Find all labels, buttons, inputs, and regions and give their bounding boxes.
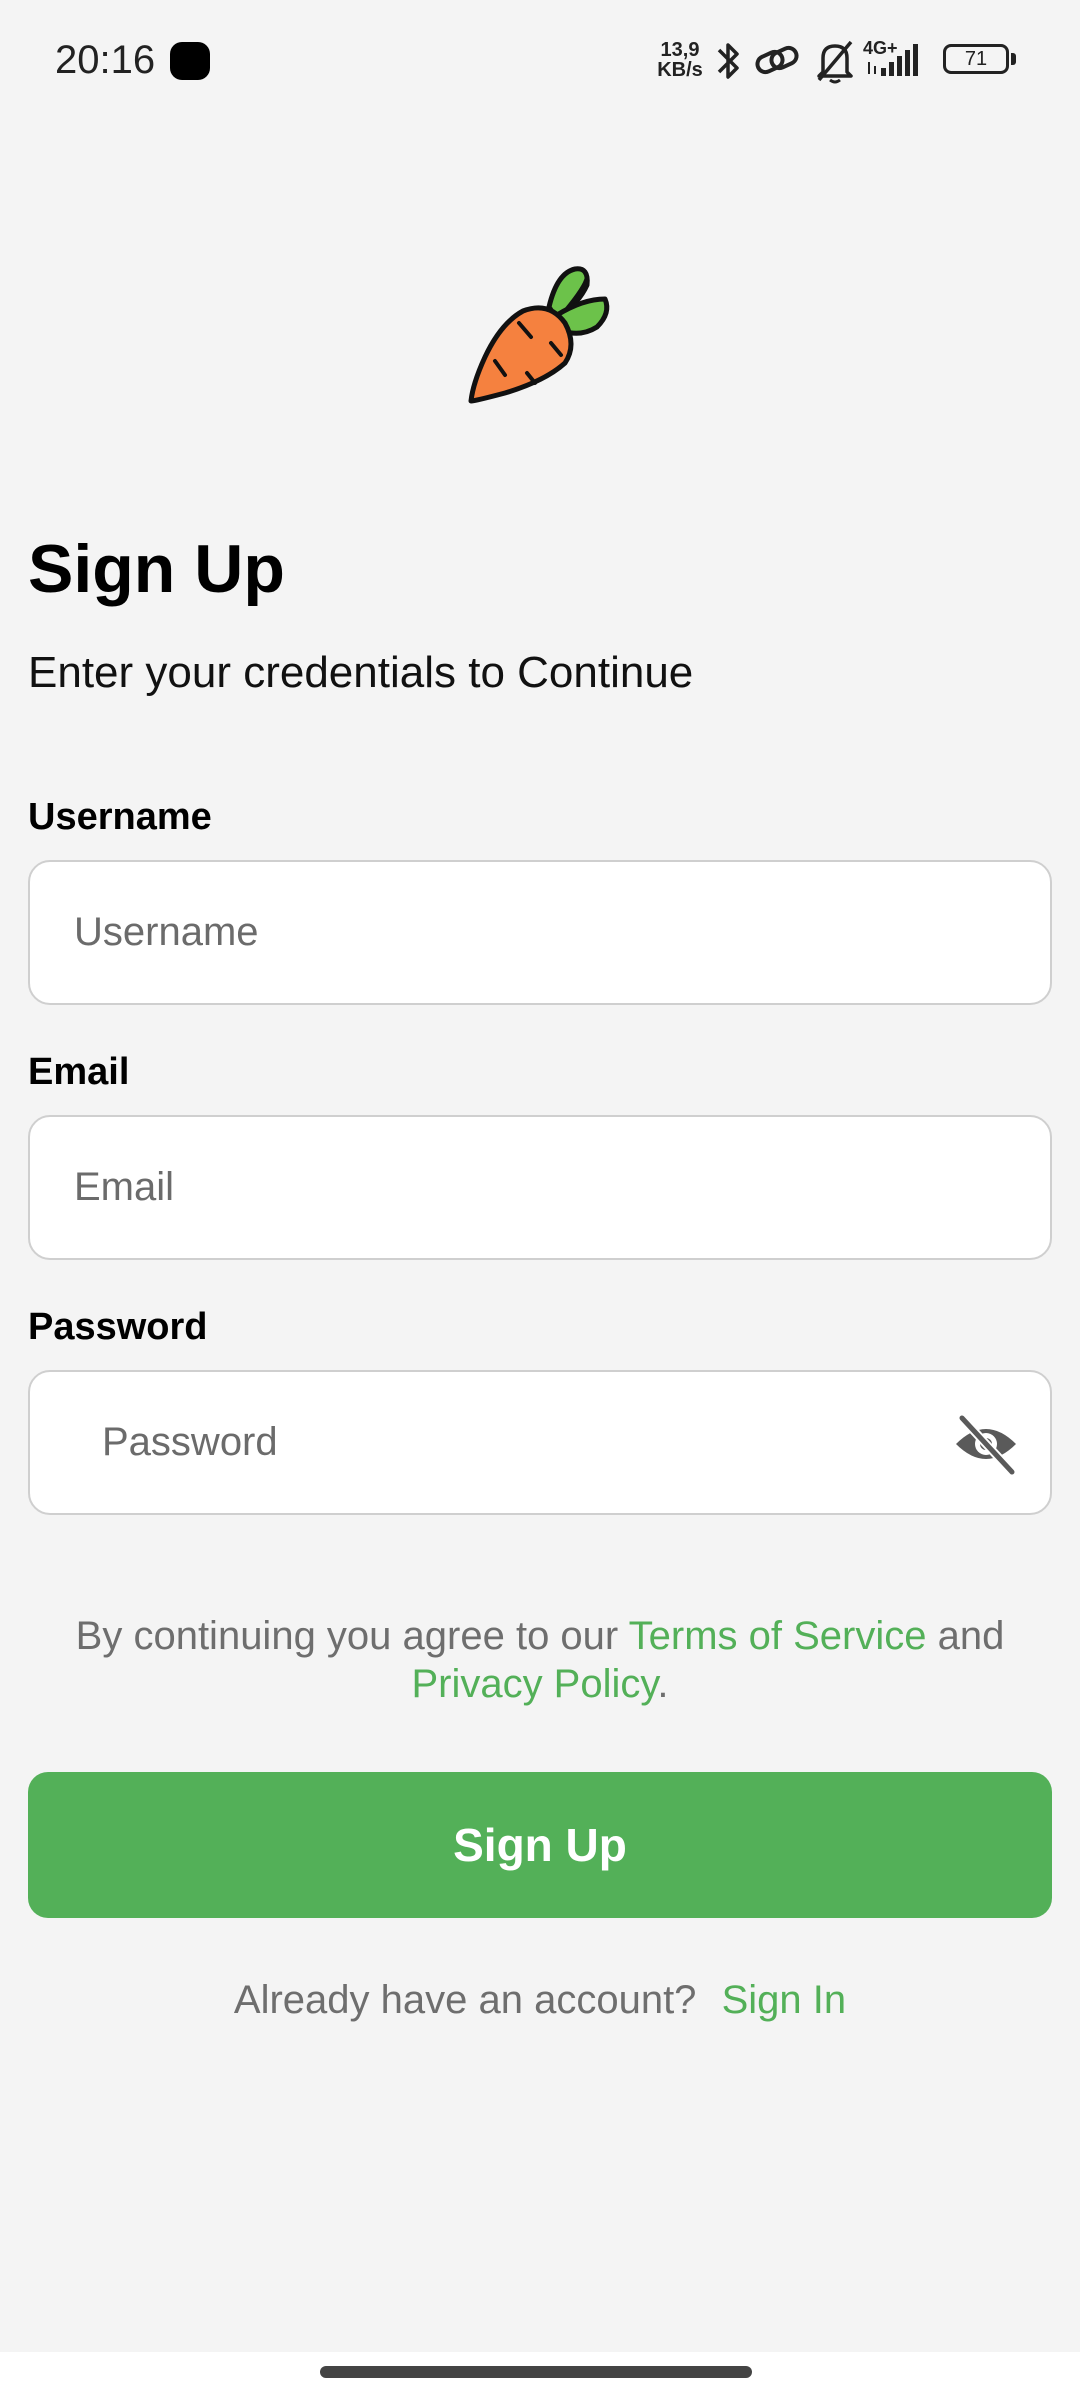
- username-field: [28, 860, 1052, 1005]
- sign-in-prompt: Already have an account?: [233, 1978, 697, 2022]
- terms-suffix: .: [657, 1662, 669, 1706]
- network-speed: 13,9 KB/s: [655, 40, 705, 80]
- sign-in-row: Already have an account? Sign In: [0, 1978, 1080, 2023]
- password-field: [28, 1370, 1052, 1515]
- battery-icon: 71: [943, 44, 1009, 74]
- password-input[interactable]: [30, 1372, 1050, 1513]
- email-input[interactable]: [30, 1117, 1050, 1258]
- email-field: [28, 1115, 1052, 1260]
- bluetooth-icon: [717, 43, 739, 79]
- battery-level: 71: [964, 48, 988, 70]
- sign-in-link[interactable]: Sign In: [722, 1978, 847, 2022]
- terms-prefix: By continuing you agree to our: [75, 1614, 629, 1658]
- signup-screen: 20:16 13,9 KB/s 4G+ 71 Sign Up Enter you…: [0, 0, 1080, 2400]
- network-speed-value: 13,9: [660, 39, 700, 61]
- status-time: 20:16: [55, 38, 156, 82]
- signal-icon: [868, 44, 918, 76]
- page-subtitle: Enter your credentials to Continue: [28, 648, 694, 697]
- terms-text: By continuing you agree to our Terms of …: [28, 1612, 1052, 1708]
- status-bar: 20:16 13,9 KB/s 4G+ 71: [0, 0, 1080, 120]
- network-speed-unit: KB/s: [657, 59, 703, 81]
- link-icon: [755, 45, 799, 75]
- email-label: Email: [28, 1051, 130, 1093]
- home-indicator[interactable]: [320, 2366, 752, 2378]
- carrot-icon: [468, 266, 610, 404]
- eye-off-icon[interactable]: [952, 1410, 1020, 1478]
- username-input[interactable]: [30, 862, 1050, 1003]
- battery-tip: [1011, 53, 1016, 65]
- status-icons: 13,9 KB/s 4G+ 71: [655, 36, 1035, 86]
- privacy-policy-link[interactable]: Privacy Policy: [411, 1662, 657, 1706]
- sign-up-button[interactable]: Sign Up: [28, 1772, 1052, 1918]
- camera-cutout: [170, 42, 210, 80]
- bell-off-icon: [817, 40, 853, 84]
- username-label: Username: [28, 796, 212, 838]
- terms-middle: and: [926, 1614, 1005, 1658]
- terms-of-service-link[interactable]: Terms of Service: [629, 1614, 927, 1658]
- page-title: Sign Up: [28, 531, 285, 607]
- password-label: Password: [28, 1306, 208, 1348]
